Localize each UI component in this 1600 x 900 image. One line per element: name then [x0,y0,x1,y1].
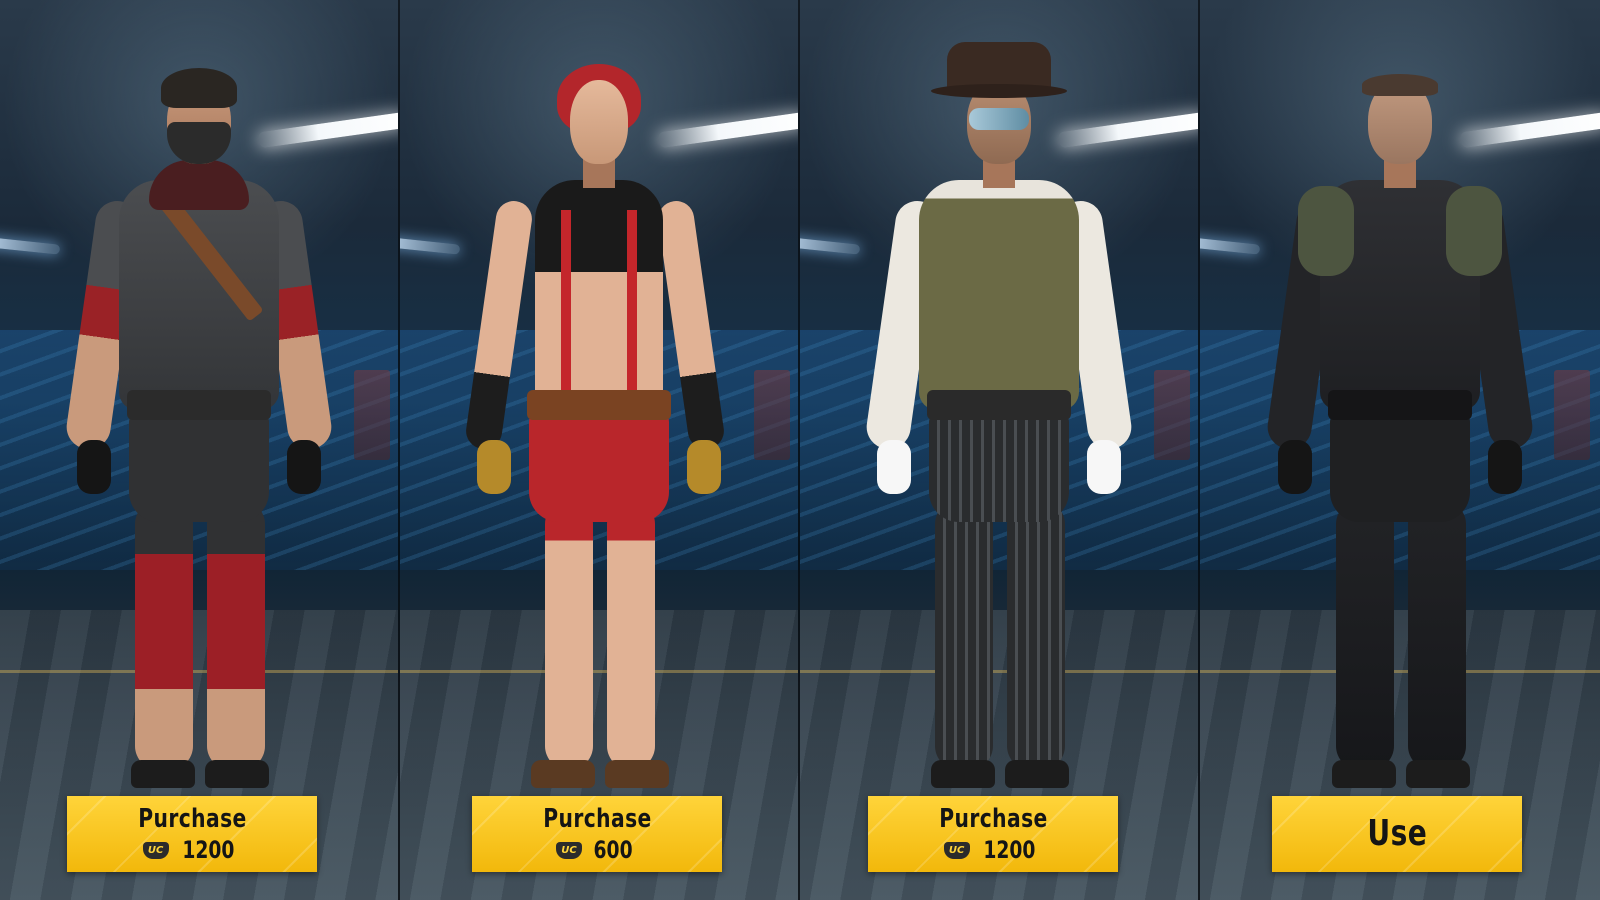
character-glove [77,440,111,494]
button-label: Purchase [137,804,247,834]
character-trousers [929,412,1069,522]
character-jacket [119,180,279,410]
character-leg [545,500,593,770]
character-face-mask [167,122,231,164]
outfit-panel-4: Use [1200,0,1600,900]
character-belt [927,390,1071,420]
character-shoulder-pad [1446,186,1502,276]
character-hair [161,68,237,108]
character-glove [1087,440,1121,494]
character-shoe [205,760,269,788]
character-leg [1007,500,1065,770]
character-top [535,180,663,410]
character-shoe [1005,760,1069,788]
outfit-panel-2: Purchase UC 600 [400,0,800,900]
character-leg [135,500,193,770]
purchase-button[interactable]: Purchase UC 1200 [868,796,1118,872]
purchase-button[interactable]: Purchase UC 600 [472,796,722,872]
character-model-1[interactable] [49,60,349,800]
button-label: Purchase [542,804,652,834]
price-value: 1200 [181,836,235,864]
character-shoe [1406,760,1470,788]
character-glove [287,440,321,494]
purchase-button[interactable]: Purchase UC 1200 [67,796,317,872]
character-vest [919,180,1079,410]
outfit-panel-3: Purchase UC 1200 [800,0,1200,900]
price-row: UC 1200 [943,836,1043,864]
character-leg [935,500,993,770]
character-shoe [531,760,595,788]
character-model-4[interactable] [1250,60,1550,800]
character-collar [149,160,249,210]
character-model-3[interactable] [849,42,1149,800]
character-hair [1362,74,1438,96]
character-shoe [931,760,995,788]
character-shoe [131,760,195,788]
button-label: Use [1367,813,1427,854]
character-arm [463,198,535,452]
button-label: Purchase [938,804,1048,834]
character-glove [1278,440,1312,494]
character-glove [1488,440,1522,494]
character-shoulder-pad [1298,186,1354,276]
character-shorts [529,412,669,522]
price-row: UC 600 [555,836,638,864]
price-row: UC 1200 [142,836,242,864]
character-belt [527,390,671,420]
character-shorts [129,412,269,522]
use-button[interactable]: Use [1272,796,1522,872]
price-value: 1200 [982,836,1036,864]
character-leg [207,500,265,770]
uc-currency-icon: UC [943,841,970,859]
character-shoe [605,760,669,788]
character-model-2[interactable] [449,60,749,800]
character-suit-hips [1330,412,1470,522]
uc-currency-icon: UC [142,841,169,859]
character-leg [607,500,655,770]
character-belt [127,390,271,420]
character-hat-brim [931,84,1067,98]
uc-currency-icon: UC [555,841,582,859]
character-shoe [1332,760,1396,788]
character-face-mask [969,108,1029,130]
character-leg [1336,500,1394,770]
price-value: 600 [593,836,633,864]
character-glove [877,440,911,494]
character-suspender [561,210,571,400]
character-belt [1328,390,1472,420]
character-suspender [627,210,637,400]
outfit-comparison-grid: Purchase UC 1200 Purchase UC 600 Purchas… [0,0,1600,900]
character-glove [687,440,721,494]
character-glove [477,440,511,494]
character-head [570,80,628,164]
character-leg [1408,500,1466,770]
outfit-panel-1: Purchase UC 1200 [0,0,400,900]
